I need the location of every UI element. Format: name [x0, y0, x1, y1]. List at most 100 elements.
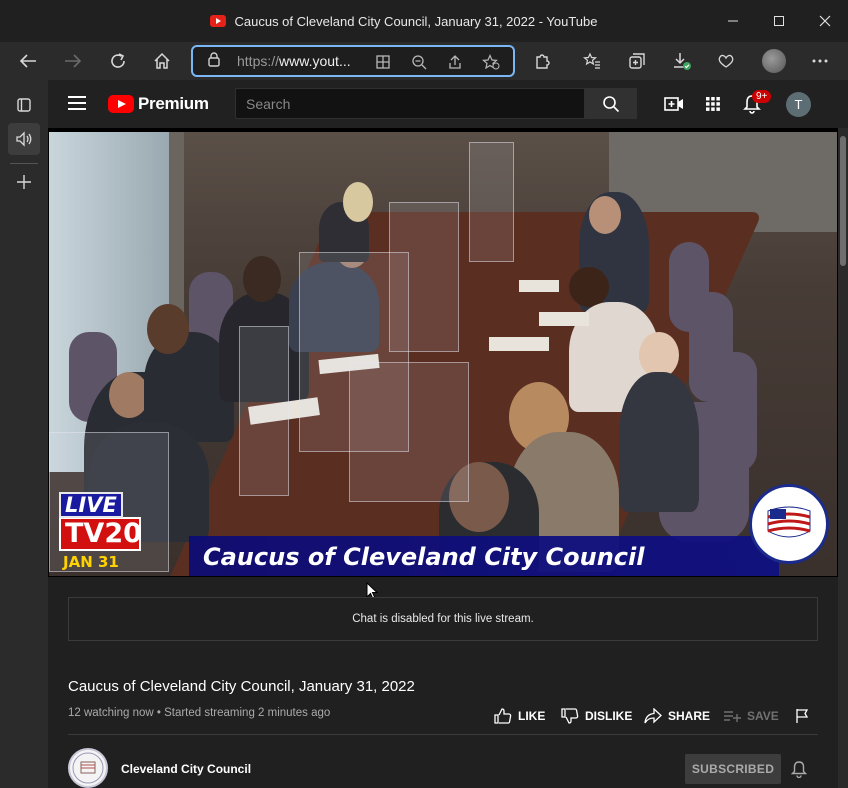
scrollbar-thumb[interactable] — [840, 136, 846, 266]
search-placeholder: Search — [246, 96, 291, 112]
vertical-tabs-sidebar — [0, 80, 48, 788]
video-meta: 12 watching now • Started streaming 2 mi… — [68, 707, 331, 719]
scene-person-head — [109, 372, 149, 418]
save-button[interactable]: SAVE — [723, 706, 779, 726]
performance-button[interactable] — [710, 45, 742, 77]
scene-paper — [519, 280, 559, 292]
profile-avatar[interactable] — [762, 49, 786, 73]
address-bar-actions — [367, 50, 507, 74]
app-available-icon[interactable] — [367, 50, 399, 74]
thumbs-down-icon — [561, 708, 579, 724]
broadcast-date: JAN 31 — [63, 553, 119, 571]
bell-icon — [790, 761, 808, 779]
scene-divider — [389, 202, 459, 352]
zoom-out-icon[interactable] — [403, 50, 435, 74]
chat-disabled-message: Chat is disabled for this live stream. — [352, 613, 534, 625]
flag-icon — [796, 709, 809, 723]
lock-icon[interactable] — [207, 51, 223, 72]
dislike-button[interactable]: DISLIKE — [561, 706, 632, 726]
maximize-icon — [774, 16, 784, 26]
url-text[interactable]: https://www.yout... — [237, 53, 357, 69]
share-button[interactable]: SHARE — [644, 706, 710, 726]
downloads-button[interactable] — [666, 45, 698, 77]
channel-notifications-button[interactable] — [790, 760, 808, 783]
maximize-button[interactable] — [756, 0, 802, 42]
video-title: Caucus of Cleveland City Council, Januar… — [68, 678, 415, 695]
share-arrow-icon — [644, 708, 662, 724]
notification-count-badge: 9+ — [752, 90, 772, 103]
create-video-button[interactable] — [662, 92, 686, 116]
close-icon — [819, 15, 831, 27]
live-chat-panel: Chat is disabled for this live stream. — [68, 597, 818, 641]
lower-third-title: Caucus of Cleveland City Council — [203, 543, 645, 571]
report-button[interactable] — [795, 706, 809, 726]
scene-paper — [489, 337, 549, 351]
seal-flag-icon — [767, 506, 811, 538]
video-frame: LIVE TV20 JAN 31 Caucus of Cleveland Cit… — [49, 132, 837, 576]
more-horizontal-icon — [812, 59, 828, 63]
lower-third-banner: Caucus of Cleveland City Council — [189, 536, 779, 576]
refresh-icon — [111, 53, 125, 68]
settings-more-button[interactable] — [804, 45, 836, 77]
apps-grid-icon — [706, 97, 720, 111]
youtube-premium-logo[interactable]: Premium — [108, 94, 209, 114]
city-of-cleveland-seal — [749, 484, 829, 564]
search-button[interactable] — [585, 88, 637, 119]
like-label: LIKE — [518, 709, 546, 723]
channel-name[interactable]: Cleveland City Council — [121, 762, 251, 776]
tab-actions-button[interactable] — [8, 89, 40, 121]
hamburger-menu-icon[interactable] — [68, 96, 86, 110]
like-button[interactable]: LIKE — [494, 706, 545, 726]
council-seal-icon — [72, 752, 104, 784]
refresh-button[interactable] — [102, 45, 134, 77]
arrow-left-icon — [19, 54, 36, 68]
window-title-text: Caucus of Cleveland City Council, Januar… — [234, 13, 598, 29]
collections-button[interactable] — [621, 45, 653, 77]
channel-avatar[interactable] — [68, 748, 108, 788]
collections-icon — [629, 53, 645, 69]
page-scrollbar[interactable] — [838, 128, 848, 788]
forward-button[interactable] — [57, 45, 89, 77]
home-button[interactable] — [146, 45, 178, 77]
favorites-button[interactable] — [576, 45, 608, 77]
browser-toolbar: https://www.yout... — [0, 42, 848, 80]
home-icon — [154, 52, 170, 69]
arrow-right-icon — [65, 54, 82, 68]
video-player[interactable]: LIVE TV20 JAN 31 Caucus of Cleveland Cit… — [48, 128, 838, 577]
logo-text: Premium — [138, 94, 209, 113]
thumbs-up-icon — [494, 708, 512, 724]
title-bar: Caucus of Cleveland City Council, Januar… — [0, 0, 848, 42]
add-favorite-icon[interactable] — [475, 50, 507, 74]
playlist-add-icon — [724, 711, 741, 722]
user-avatar[interactable]: T — [786, 92, 811, 117]
scene-person-head — [569, 267, 609, 307]
search-input[interactable]: Search — [235, 88, 585, 119]
scene-divider — [349, 362, 469, 502]
window-title: Caucus of Cleveland City Council, Januar… — [0, 0, 688, 42]
tab-youtube-audio[interactable] — [8, 123, 40, 155]
scene-person-head — [343, 182, 373, 222]
scene-person-head — [147, 304, 189, 354]
heart-pulse-icon — [718, 54, 734, 68]
scene-paper — [539, 312, 589, 326]
tab-actions-icon — [17, 98, 31, 112]
save-label: SAVE — [747, 709, 779, 723]
favorites-icon — [583, 52, 600, 69]
address-bar[interactable]: https://www.yout... — [191, 45, 515, 77]
minimize-button[interactable] — [710, 0, 756, 42]
download-icon — [674, 53, 691, 70]
new-tab-button[interactable] — [8, 166, 40, 198]
share-page-icon[interactable] — [439, 50, 471, 74]
close-button[interactable] — [802, 0, 848, 42]
youtube-favicon-icon — [210, 15, 227, 27]
dislike-label: DISLIKE — [585, 709, 633, 723]
apps-button[interactable] — [701, 92, 725, 116]
plus-icon — [17, 175, 31, 189]
extensions-button[interactable] — [526, 45, 558, 77]
back-button[interactable] — [12, 45, 44, 77]
scene-person — [619, 372, 699, 512]
search-icon — [603, 95, 620, 112]
url-scheme: https:// — [237, 53, 280, 69]
subscribed-button[interactable]: SUBSCRIBED — [685, 754, 781, 784]
minimize-icon — [728, 20, 738, 22]
